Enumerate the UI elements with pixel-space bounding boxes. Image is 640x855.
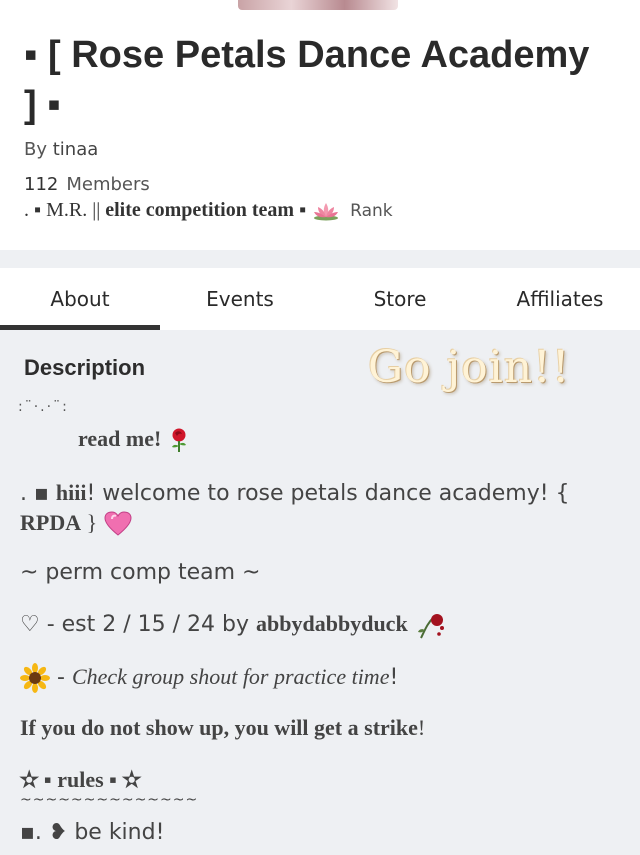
members-label: Members	[66, 174, 150, 195]
sparkle-dots: :¨·.·¨:	[18, 399, 69, 415]
rank-line: . ▪ M.R. || elite competition team ▪ Ran…	[24, 199, 393, 222]
description-heading: Description	[24, 355, 146, 380]
rank-name: . ▪ M.R. || elite competition team ▪	[24, 199, 307, 221]
welcome-line-2: RPDA }	[20, 510, 132, 537]
by-label: By	[24, 139, 48, 160]
read-me-line: read me!	[78, 426, 190, 453]
tilde-divider: ~~~~~~~~~~~~~~	[20, 792, 199, 808]
established-line: ♡ - est 2 / 15 / 24 by abbydabbyduck	[20, 610, 449, 640]
group-header: ▪ [ Rose Petals Dance Academy] ▪ By tina…	[0, 0, 640, 250]
description-section: Description Go join!! :¨·.·¨: read me! .…	[0, 330, 640, 855]
founder-username: abbydabbyduck	[256, 611, 408, 636]
tab-about[interactable]: About	[0, 268, 160, 330]
member-count-value: 112	[24, 174, 59, 195]
group-tabs: About Events Store Affiliates	[0, 268, 640, 330]
group-banner-image	[238, 0, 398, 10]
member-count: 112 Members	[24, 174, 150, 195]
owner-byline: By tinaa	[24, 139, 98, 160]
rose-icon	[172, 428, 187, 452]
tab-events[interactable]: Events	[160, 268, 320, 330]
rule-be-kind: ▪. ❥ be kind!	[20, 820, 165, 845]
tab-store[interactable]: Store	[320, 268, 480, 330]
section-gap	[0, 250, 640, 268]
wilted-rose-icon	[417, 614, 444, 639]
strike-warning-line: If you do not show up, you will get a st…	[20, 715, 426, 740]
group-title: ▪ [ Rose Petals Dance Academy] ▪	[24, 34, 590, 126]
go-join-overlay: Go join!!	[368, 342, 571, 393]
practice-line: - Check group shout for practice time!	[20, 663, 398, 693]
lotus-icon	[314, 202, 339, 220]
rules-heading: ✫ ▪ rules ▪ ✫	[20, 767, 141, 792]
pink-heart-icon	[104, 511, 132, 536]
perm-comp-line: ~ perm comp team ~	[20, 560, 261, 585]
sunflower-icon	[20, 663, 50, 693]
rank-label: Rank	[350, 200, 393, 221]
owner-link[interactable]: tinaa	[53, 139, 99, 160]
welcome-line: . ▪ hiii! welcome to rose petals dance a…	[20, 480, 570, 506]
tab-affiliates[interactable]: Affiliates	[480, 268, 640, 330]
